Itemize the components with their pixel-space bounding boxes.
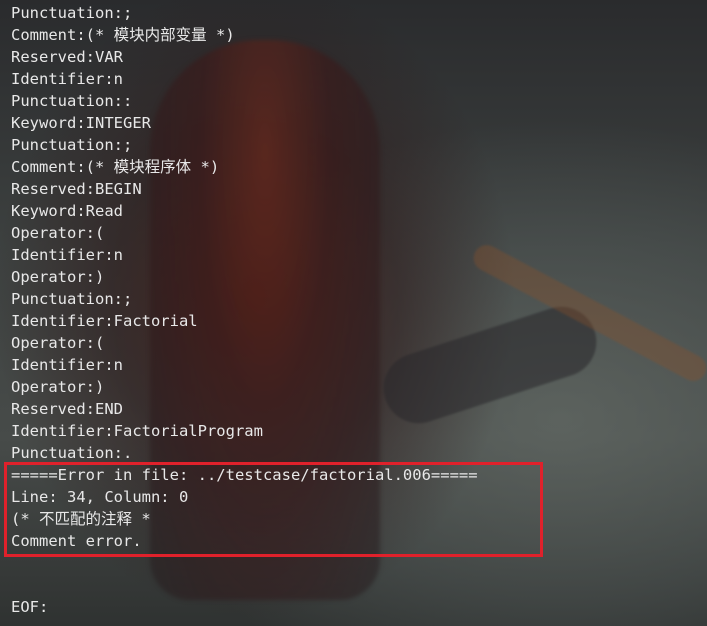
output-line: Keyword:Read xyxy=(11,202,123,220)
output-line: Reserved:VAR xyxy=(11,48,123,66)
output-line: Identifier:n xyxy=(11,246,123,264)
terminal-window[interactable]: Punctuation:; Comment:(* 模块内部变量 *) Reser… xyxy=(0,0,707,626)
output-line: Identifier:Factorial xyxy=(11,312,198,330)
error-snippet: (* 不匹配的注释 * xyxy=(11,510,151,528)
output-line: Comment:(* 模块内部变量 *) xyxy=(11,26,235,44)
error-position: Line: 34, Column: 0 xyxy=(11,488,189,506)
error-header: =====Error in file: ../testcase/factoria… xyxy=(11,466,478,484)
output-line: Reserved:END xyxy=(11,400,123,418)
output-line: Punctuation:; xyxy=(11,136,133,154)
error-report: =====Error in file: ../testcase/factoria… xyxy=(11,464,478,552)
output-line: Punctuation:. xyxy=(11,444,133,462)
output-line: Reserved:BEGIN xyxy=(11,180,142,198)
output-line: Identifier:n xyxy=(11,70,123,88)
output-line: Operator:) xyxy=(11,378,105,396)
output-line: Punctuation:; xyxy=(11,4,133,22)
output-line: Operator:( xyxy=(11,224,105,242)
output-line: Identifier:n xyxy=(11,356,123,374)
error-message: Comment error. xyxy=(11,532,142,550)
eof-prompt[interactable]: EOF: xyxy=(11,596,48,618)
output-line: Comment:(* 模块程序体 *) xyxy=(11,158,220,176)
output-line: Operator:) xyxy=(11,268,105,286)
output-line: Identifier:FactorialProgram xyxy=(11,422,263,440)
output-line: Keyword:INTEGER xyxy=(11,114,151,132)
output-line: Punctuation:: xyxy=(11,92,133,110)
output-line: Punctuation:; xyxy=(11,290,133,308)
output-line: Operator:( xyxy=(11,334,105,352)
lexer-output: Punctuation:; Comment:(* 模块内部变量 *) Reser… xyxy=(11,2,263,464)
